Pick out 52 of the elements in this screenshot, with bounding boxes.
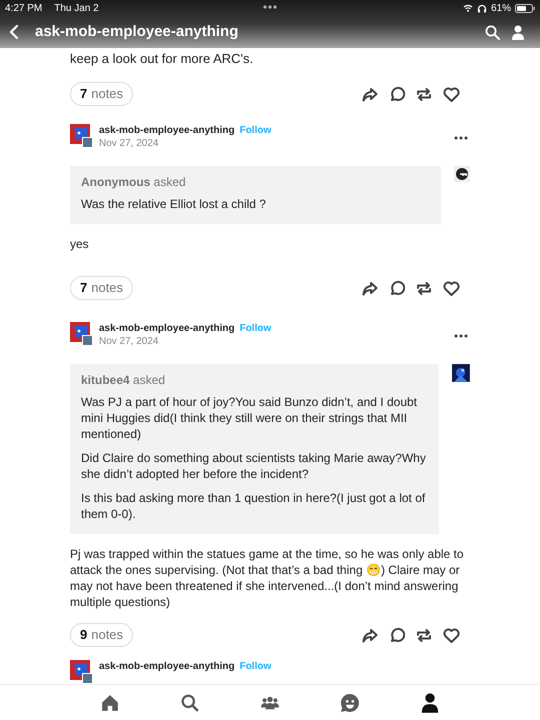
blog-name[interactable]: ask-mob-employee-anything (99, 322, 235, 335)
status-date: Thu Jan 2 (54, 2, 99, 16)
share-icon[interactable] (362, 86, 378, 102)
home-icon[interactable] (101, 694, 119, 712)
notes-button[interactable]: 9 notes (70, 623, 134, 647)
notes-button[interactable]: 7 notes (70, 82, 134, 106)
notes-button[interactable]: 7 notes (70, 276, 134, 300)
battery-icon (515, 4, 535, 12)
heart-icon[interactable] (443, 280, 460, 296)
asker-avatar-icon (452, 364, 470, 382)
blog-name[interactable]: ask-mob-employee-anything (99, 124, 235, 137)
reblog-icon[interactable] (416, 280, 432, 296)
post-date: Nov 27, 2024 (99, 137, 160, 150)
search-icon[interactable] (485, 24, 500, 40)
search-icon[interactable] (181, 694, 199, 712)
battery-percent: 61% (490, 2, 511, 16)
share-icon[interactable] (362, 628, 378, 642)
back-icon[interactable] (9, 24, 19, 40)
wifi-icon (462, 4, 473, 12)
asker-line: kitubee4 asked (81, 372, 166, 388)
answer-text: Pj was trapped within the statues game at the time, so he was only able to attack the ones supervising. (Not that that’s a bad thing 😁) Claire may or may not have been threatened if she intervened...(I don’t mind answering multiple questions) (70, 546, 465, 610)
more-icon[interactable] (454, 136, 468, 140)
more-icon[interactable] (454, 334, 468, 338)
reply-icon[interactable] (389, 280, 405, 296)
status-time: 4:27 PM (5, 2, 42, 16)
blog-name[interactable]: ask-mob-employee-anything (99, 660, 235, 673)
headphones-icon (476, 4, 487, 12)
question-text: Was PJ a part of hour of joy?You said Bunzo didn’t, and I doubt mini Huggies did(I think they still were on their strings that MII mentioned) (81, 394, 418, 442)
heart-icon[interactable] (443, 628, 460, 642)
post-date: Nov 27, 2024 (99, 335, 160, 348)
asker-avatar-icon (454, 166, 470, 182)
answer-text: yes (70, 236, 90, 252)
people-icon[interactable] (261, 694, 279, 712)
avatar-icon[interactable] (70, 660, 93, 684)
question-text: Did Claire do something about scientists taking Marie away?Why she didn’t adopted her before the incident? (81, 450, 427, 482)
heart-icon[interactable] (443, 86, 460, 102)
reblog-icon[interactable] (416, 628, 432, 642)
question-text: Was the relative Elliot lost a child ? (81, 196, 267, 212)
reply-icon[interactable] (389, 627, 405, 643)
profile-icon[interactable] (420, 692, 440, 712)
share-icon[interactable] (362, 280, 378, 296)
avatar-icon[interactable] (70, 124, 93, 148)
post-text: keep a look out for more ARC's. (70, 50, 254, 68)
smiley-icon[interactable] (341, 694, 359, 712)
reblog-icon[interactable] (416, 86, 432, 102)
reply-icon[interactable] (389, 86, 405, 102)
blog-title: ask-mob-employee-anything (35, 22, 238, 42)
more-icon (263, 5, 277, 9)
avatar-icon[interactable] (70, 322, 93, 346)
question-text: Is this bad asking more than 1 question in here?(I just got a lot of them 0-0). (81, 490, 426, 522)
profile-icon[interactable] (512, 24, 524, 40)
asker-line: Anonymous asked (81, 174, 187, 190)
